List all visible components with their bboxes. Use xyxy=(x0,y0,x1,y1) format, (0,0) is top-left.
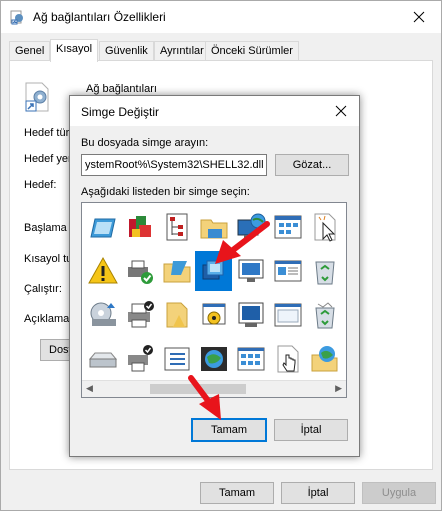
icon-option-partial-icon[interactable] xyxy=(343,339,346,379)
icon-option-cursor-icon[interactable] xyxy=(306,207,343,247)
shortcut-name: Ağ bağlantıları xyxy=(86,83,157,95)
icon-option-window-blank-icon[interactable] xyxy=(269,295,306,335)
icon-option-programs-icon[interactable] xyxy=(121,207,158,247)
icon-option-warning-icon[interactable] xyxy=(84,251,121,291)
dialog-cancel-button[interactable]: İptal xyxy=(274,419,348,441)
icon-option-partial-icon[interactable] xyxy=(343,207,346,247)
icon-option-disk-drive-icon[interactable] xyxy=(84,295,121,335)
icon-option-folder-network-icon[interactable] xyxy=(195,207,232,247)
target-type-label: Hedef tür xyxy=(24,127,70,139)
network-shortcut-icon xyxy=(10,10,23,25)
comment-label: Açıklama: xyxy=(24,313,73,325)
icon-option-printer-icon[interactable] xyxy=(121,295,158,335)
icon-option-checklist-icon[interactable] xyxy=(158,339,195,379)
tab-details[interactable]: Ayrıntılar xyxy=(154,41,210,61)
dialog-ok-button[interactable]: Tamam xyxy=(191,418,267,442)
scroll-left-arrow-icon[interactable]: ◀ xyxy=(86,383,93,394)
icon-option-partial-icon[interactable] xyxy=(343,295,346,335)
icon-option-folder-icon[interactable] xyxy=(158,295,195,335)
tab-general[interactable]: Genel xyxy=(9,41,51,61)
ok-button[interactable]: Tamam xyxy=(200,482,274,504)
window-titlebar: Ağ bağlantıları Özellikleri xyxy=(1,1,441,33)
icon-option-monitor-icon[interactable] xyxy=(232,251,269,291)
target-label: Hedef: xyxy=(24,179,57,191)
icon-option-recycle-bin-icon[interactable] xyxy=(306,251,343,291)
icon-option-window-icon[interactable] xyxy=(84,207,121,247)
run-label: Çalıştır: xyxy=(24,283,62,295)
scroll-right-arrow-icon[interactable]: ▶ xyxy=(335,383,342,394)
icon-option-printer-check-icon[interactable] xyxy=(121,251,158,291)
icon-option-computer-globe-icon[interactable] xyxy=(232,207,269,247)
network-shortcut-icon xyxy=(25,82,49,112)
tab-previous-versions[interactable]: Önceki Sürümler xyxy=(205,41,299,61)
search-file-label: Bu dosyada simge arayın: xyxy=(81,137,209,149)
tab-shortcut[interactable]: Kısayol xyxy=(50,39,99,62)
icon-option-network-connections-icon[interactable] xyxy=(195,251,232,291)
icon-list-horizontal-scrollbar[interactable]: ◀ ▶ xyxy=(82,380,346,397)
window-title: Ağ bağlantıları Özellikleri xyxy=(33,10,166,24)
icon-option-hand-pointer-icon[interactable] xyxy=(269,339,306,379)
icon-option-partial-icon[interactable] xyxy=(343,251,346,291)
dialog-title: Simge Değiştir xyxy=(81,105,160,119)
icon-option-network-folder-globe-icon[interactable] xyxy=(306,339,343,379)
icon-option-drive-icon[interactable] xyxy=(84,339,121,379)
dialog-close-icon[interactable] xyxy=(324,96,358,126)
scrollbar-thumb[interactable] xyxy=(150,384,246,394)
icon-option-floppy-printer-icon[interactable] xyxy=(121,339,158,379)
icon-option-grid-window-icon[interactable] xyxy=(232,339,269,379)
icon-option-globe-window-icon[interactable] xyxy=(195,339,232,379)
shortcut-key-label: Kısayol tu xyxy=(24,253,73,265)
icon-option-tree-icon[interactable] xyxy=(158,207,195,247)
icon-option-settings-gear-icon[interactable] xyxy=(195,295,232,335)
icon-option-display-icon[interactable] xyxy=(232,295,269,335)
close-icon[interactable] xyxy=(397,1,441,33)
tab-security[interactable]: Güvenlik xyxy=(99,41,154,61)
cancel-button[interactable]: İptal xyxy=(281,482,355,504)
icon-option-window-list-icon[interactable] xyxy=(269,207,306,247)
icon-list-label: Aşağıdaki listeden bir simge seçin: xyxy=(81,186,250,198)
change-icon-dialog: Simge Değiştir Bu dosyada simge arayın: … xyxy=(69,95,360,457)
apply-button[interactable]: Uygula xyxy=(362,482,436,504)
icon-option-document-window-icon[interactable] xyxy=(269,251,306,291)
icon-file-path-input[interactable] xyxy=(81,154,267,176)
icon-option-folder-desktop-icon[interactable] xyxy=(158,251,195,291)
icon-option-recycle-bin-full-icon[interactable] xyxy=(306,295,343,335)
start-in-label: Başlama y xyxy=(24,222,76,234)
target-location-label: Hedef yer xyxy=(24,153,72,165)
icon-list[interactable]: ◀ ▶ xyxy=(81,202,347,398)
dialog-titlebar: Simge Değiştir xyxy=(70,96,359,126)
browse-button[interactable]: Gözat... xyxy=(275,154,349,176)
